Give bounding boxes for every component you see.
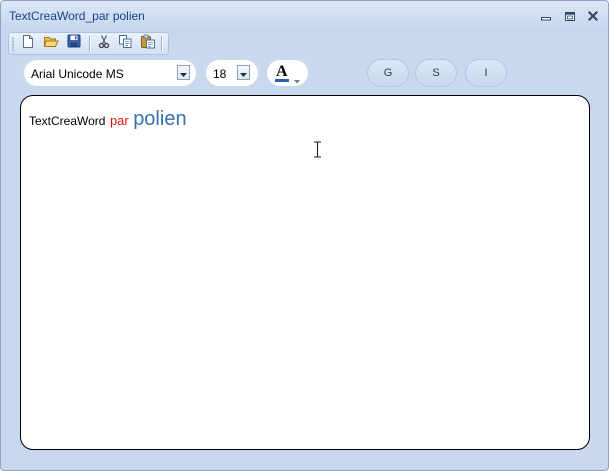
font-color-icon: A <box>275 63 291 83</box>
new-file-icon <box>21 34 35 54</box>
chevron-down-icon <box>180 64 187 82</box>
cut-button[interactable] <box>95 34 112 54</box>
toolbar-separator <box>89 36 91 51</box>
copy-button[interactable] <box>117 34 134 54</box>
text-ibeam-icon <box>313 141 322 163</box>
chevron-down-icon <box>240 64 247 82</box>
font-size-value: 18 <box>213 67 227 81</box>
save-button[interactable] <box>65 34 82 53</box>
font-name-value: Arial Unicode MS <box>31 67 124 81</box>
open-folder-icon <box>43 34 59 54</box>
main-toolbar <box>8 32 169 55</box>
editor-text-line: TextCreaWord par polien <box>29 108 187 131</box>
restore-button[interactable] <box>562 8 578 24</box>
minimize-button[interactable] <box>538 8 554 24</box>
font-size-dropdown-button[interactable] <box>237 65 250 80</box>
font-size-combobox[interactable]: 18 <box>205 59 259 87</box>
app-window: TextCreaWord_par polien Arial Unicode MS… <box>0 0 609 471</box>
chevron-down-icon <box>294 71 300 89</box>
bold-button[interactable]: G <box>367 59 409 87</box>
paste-icon <box>140 34 156 54</box>
open-button[interactable] <box>42 35 59 52</box>
copy-icon <box>118 34 133 54</box>
cut-icon <box>97 34 111 54</box>
toolbar-grip[interactable] <box>12 37 14 51</box>
window-title: TextCreaWord_par polien <box>9 9 145 23</box>
editor-word: par <box>109 113 129 128</box>
toolbar-separator <box>161 36 163 51</box>
text-color-button[interactable]: A <box>266 59 309 87</box>
minimize-icon <box>540 10 552 22</box>
italic-button[interactable]: I <box>465 59 507 87</box>
paste-button[interactable] <box>139 34 156 54</box>
editor-word: TextCreaWord <box>29 114 106 128</box>
font-name-combobox[interactable]: Arial Unicode MS <box>23 59 197 87</box>
new-button[interactable] <box>19 34 36 54</box>
title-bar[interactable]: TextCreaWord_par polien <box>1 1 608 31</box>
font-color-swatch <box>275 79 289 82</box>
rich-text-editor[interactable]: TextCreaWord par polien <box>20 95 590 450</box>
restore-icon <box>564 10 576 22</box>
underline-button[interactable]: S <box>415 59 457 87</box>
save-icon <box>67 34 81 53</box>
close-icon <box>587 10 599 22</box>
editor-word: polien <box>133 108 187 130</box>
close-button[interactable] <box>585 8 601 24</box>
font-name-dropdown-button[interactable] <box>177 65 190 80</box>
